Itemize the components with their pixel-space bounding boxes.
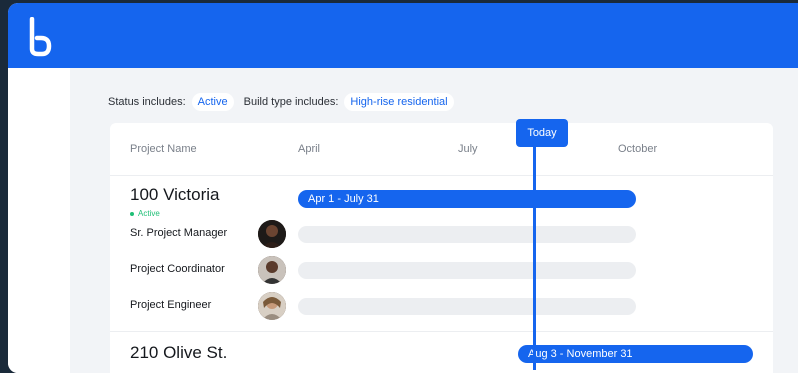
- column-header-july: July: [458, 143, 478, 155]
- avatar[interactable]: [258, 292, 286, 320]
- avatar[interactable]: [258, 220, 286, 248]
- timeline-card: Project Name April July October 100 Vict…: [110, 123, 773, 373]
- main-content: Status includes: Active Build type inclu…: [70, 68, 798, 373]
- project-status-badge: Active: [130, 209, 160, 218]
- today-marker[interactable]: Today: [516, 119, 568, 147]
- role-timeline-bar[interactable]: [298, 226, 636, 243]
- header-divider: [110, 175, 773, 176]
- top-bar: [8, 3, 798, 68]
- person-avatar-icon: [258, 292, 286, 320]
- project-status-text: Active: [138, 209, 160, 218]
- role-timeline-bar[interactable]: [298, 262, 636, 279]
- build-type-filter-label: Build type includes:: [243, 96, 339, 108]
- project-title[interactable]: 100 Victoria: [130, 185, 219, 205]
- project-divider: [110, 331, 773, 332]
- filter-bar: Status includes: Active Build type inclu…: [108, 93, 464, 111]
- person-avatar-icon: [258, 220, 286, 248]
- person-avatar-icon: [258, 256, 286, 284]
- column-header-project-name: Project Name: [130, 143, 197, 155]
- role-timeline-bar[interactable]: [298, 298, 636, 315]
- build-type-filter-chip[interactable]: High-rise residential: [344, 93, 454, 111]
- today-marker-line: [533, 140, 536, 370]
- app-window: Status includes: Active Build type inclu…: [8, 3, 798, 373]
- role-label: Project Coordinator: [130, 263, 225, 275]
- left-sidebar: [8, 68, 70, 373]
- status-filter-label: Status includes:: [108, 96, 186, 108]
- project-date-bar[interactable]: Apr 1 - July 31: [298, 190, 636, 208]
- brand-logo-icon[interactable]: [28, 17, 52, 57]
- column-header-october: October: [618, 143, 658, 155]
- role-label: Project Engineer: [130, 299, 212, 311]
- status-filter-chip[interactable]: Active: [191, 93, 234, 111]
- column-header-april: April: [298, 143, 321, 155]
- avatar[interactable]: [258, 256, 286, 284]
- role-label: Sr. Project Manager: [130, 227, 228, 239]
- status-dot-icon: [130, 211, 134, 216]
- project-title[interactable]: 210 Olive St.: [130, 343, 227, 363]
- project-date-bar[interactable]: Aug 3 - November 31: [518, 345, 753, 363]
